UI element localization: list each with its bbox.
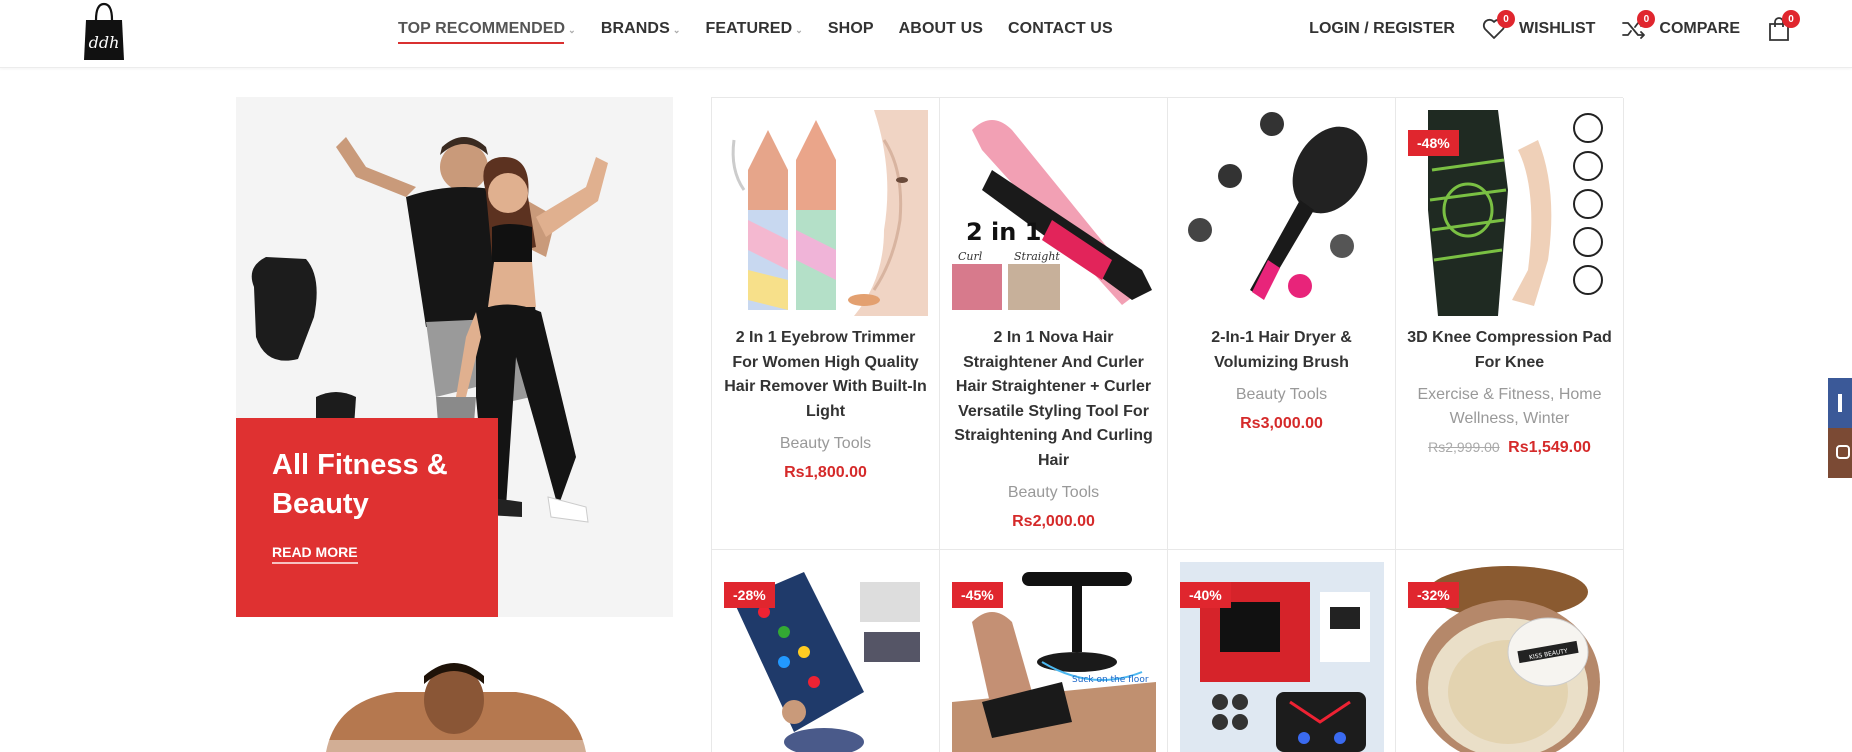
nav-contact-us-label: CONTACT US <box>1008 20 1113 37</box>
nav-shop-label: SHOP <box>827 20 874 37</box>
product-card[interactable]: -28% <box>712 550 940 752</box>
facebook-share-tab[interactable] <box>1828 378 1852 428</box>
facebook-icon <box>1838 394 1842 412</box>
product-category[interactable]: Beauty Tools <box>722 432 929 456</box>
product-title[interactable]: 2 In 1 Nova Hair Straightener And Curler… <box>950 326 1157 473</box>
product-title[interactable]: 3D Knee Compression Pad For Knee <box>1406 326 1613 375</box>
sale-badge: -28% <box>724 582 775 608</box>
product-sale-price: Rs1,549.00 <box>1508 439 1591 456</box>
read-more-link[interactable]: READ MORE <box>272 544 358 564</box>
product-old-price: Rs2,999.00 <box>1428 439 1500 455</box>
chevron-down-icon: ⌄ <box>672 25 681 35</box>
instagram-icon <box>1836 445 1850 459</box>
product-info: 3D Knee Compression Pad For Knee Exercis… <box>1406 326 1613 457</box>
nav-brands-label: BRANDS <box>600 20 670 37</box>
svg-text:Curl: Curl <box>958 250 983 263</box>
svg-text:2 in 1: 2 in 1 <box>966 218 1041 246</box>
sale-badge: -45% <box>952 582 1003 608</box>
wishlist-count-badge: 0 <box>1496 10 1515 28</box>
product-title[interactable]: 2-In-1 Hair Dryer & Volumizing Brush <box>1178 326 1385 375</box>
banner-title: All Fitness & Beauty <box>272 449 448 520</box>
product-image[interactable]: 2 in 1 Curl Straight <box>952 110 1156 316</box>
nav-shop[interactable]: SHOP <box>828 0 874 58</box>
nav-about-us[interactable]: ABOUT US <box>899 0 983 58</box>
site-logo[interactable]: ddh <box>82 2 126 62</box>
product-card[interactable]: -48% 3D Knee Compression Pad For Knee Ex… <box>1396 98 1624 550</box>
product-price: Rs2,000.00 <box>1012 513 1095 530</box>
product-info: 2-In-1 Hair Dryer & Volumizing Brush Bea… <box>1178 326 1385 433</box>
sale-badge: -48% <box>1408 130 1459 156</box>
product-grid: 2 In 1 Eyebrow Trimmer For Women High Qu… <box>711 97 1624 752</box>
instagram-share-tab[interactable] <box>1828 428 1852 478</box>
chevron-down-icon: ⌄ <box>568 25 576 35</box>
product-card[interactable]: KISS BEAUTY -32% <box>1396 550 1624 752</box>
nav-contact-us[interactable]: CONTACT US <box>1008 0 1113 58</box>
product-price: Rs1,800.00 <box>784 464 867 481</box>
active-underline <box>398 42 564 44</box>
wishlist-label: WISHLIST <box>1518 20 1596 37</box>
cart-link[interactable]: 0 <box>1766 10 1800 42</box>
svg-text:Straight: Straight <box>1014 250 1060 263</box>
login-register-label: LOGIN / REGISTER <box>1309 20 1455 37</box>
product-image[interactable] <box>724 110 928 316</box>
nav-top-recommended[interactable]: TOP RECOMMENDED ⌄ <box>398 0 576 58</box>
nav-brands[interactable]: BRANDS ⌄ <box>601 0 681 58</box>
header-actions: LOGIN / REGISTER 0 WISHLIST 0 COMPARE 0 <box>1283 0 1800 58</box>
product-category[interactable]: Beauty Tools <box>950 481 1157 505</box>
product-card[interactable]: Suck on the floor -45% <box>940 550 1168 752</box>
sale-badge: -32% <box>1408 582 1459 608</box>
product-title[interactable]: 2 In 1 Eyebrow Trimmer For Women High Qu… <box>722 326 929 424</box>
product-card[interactable]: 2 in 1 Curl Straight 2 In 1 Nova Hair St… <box>940 98 1168 550</box>
product-image[interactable] <box>1180 110 1384 316</box>
login-register-link[interactable]: LOGIN / REGISTER <box>1309 20 1455 38</box>
product-price: Rs3,000.00 <box>1240 415 1323 432</box>
nav-about-us-label: ABOUT US <box>898 20 984 37</box>
site-header: ddh TOP RECOMMENDED ⌄ BRANDS ⌄ FEATURED … <box>0 0 1852 68</box>
product-info: 2 In 1 Eyebrow Trimmer For Women High Qu… <box>722 326 929 482</box>
product-card[interactable]: 2-In-1 Hair Dryer & Volumizing Brush Bea… <box>1168 98 1396 550</box>
pushup-banner[interactable] <box>236 640 673 752</box>
product-info: 2 In 1 Nova Hair Straightener And Curler… <box>950 326 1157 531</box>
svg-text:ddh: ddh <box>89 33 120 52</box>
product-category[interactable]: Beauty Tools <box>1178 383 1385 407</box>
chevron-down-icon: ⌄ <box>795 25 803 35</box>
nav-featured-label: FEATURED <box>705 20 793 37</box>
compare-link[interactable]: 0 COMPARE <box>1621 10 1740 42</box>
shopping-bag-icon: 0 <box>1766 10 1800 42</box>
shuffle-icon: 0 <box>1621 10 1656 42</box>
compare-count-badge: 0 <box>1637 10 1656 28</box>
product-card[interactable]: -40% <box>1168 550 1396 752</box>
product-category[interactable]: Exercise & Fitness, Home Wellness, Winte… <box>1406 383 1613 431</box>
nav-top-recommended-label: TOP RECOMMENDED <box>398 20 566 37</box>
wishlist-link[interactable]: 0 WISHLIST <box>1481 10 1596 42</box>
compare-label: COMPARE <box>1659 20 1740 37</box>
banner-caption: All Fitness & Beauty READ MORE <box>236 418 498 617</box>
cart-count-badge: 0 <box>1782 10 1800 28</box>
product-card[interactable]: 2 In 1 Eyebrow Trimmer For Women High Qu… <box>712 98 940 550</box>
heart-icon: 0 <box>1481 10 1515 42</box>
product-price: Rs2,999.00 Rs1,549.00 <box>1406 439 1613 457</box>
main-nav: TOP RECOMMENDED ⌄ BRANDS ⌄ FEATURED ⌄ SH… <box>398 0 1138 58</box>
nav-featured[interactable]: FEATURED ⌄ <box>706 0 803 58</box>
svg-text:Suck on the floor: Suck on the floor <box>1072 675 1149 685</box>
sale-badge: -40% <box>1180 582 1231 608</box>
pushup-banner-image <box>236 640 673 752</box>
